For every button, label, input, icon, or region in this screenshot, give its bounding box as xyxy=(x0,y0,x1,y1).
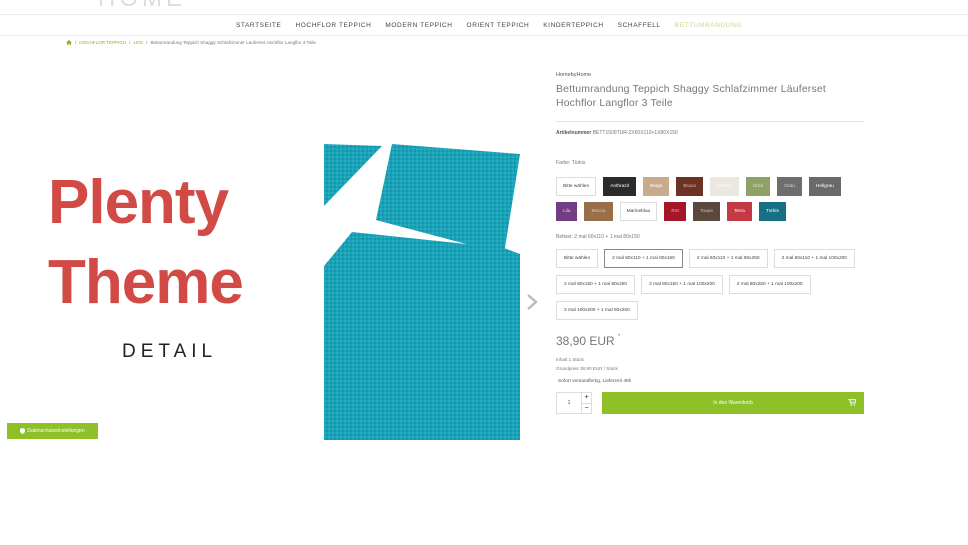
size-option[interactable]: 2 mal 100x200 + 1 mal 80x250 xyxy=(556,301,638,320)
color-swatch[interactable]: Türkis xyxy=(758,202,786,221)
shipping-info: Sofort versandfertig, Lieferzeit 48h xyxy=(558,379,632,384)
size-option[interactable]: Bitte wählen xyxy=(556,249,599,268)
size-options: Bitte wählen 2 mal 60x110 + 1 mal 80x150 2… xyxy=(556,249,866,320)
product-brand[interactable]: HomebyHome xyxy=(556,72,864,78)
privacy-settings-button[interactable]: Datenschutzeinstellungen xyxy=(7,423,98,439)
breadcrumb-current: Bettumrandung Teppich Shaggy Schlafzimme… xyxy=(150,40,316,45)
shield-icon xyxy=(20,428,26,434)
color-label: Farbe: Türkis xyxy=(556,160,586,166)
add-to-cart-button[interactable]: In den Warenkorb xyxy=(602,392,864,414)
price-value: 38,90 EUR xyxy=(556,334,615,348)
main-navigation: STARTSEITE HOCHFLOR TEPPICH MODERN TEPPI… xyxy=(0,14,968,36)
breadcrumb-life[interactable]: LIFE xyxy=(133,40,143,45)
color-swatch[interactable]: Bitte wählen xyxy=(556,177,597,196)
rug-large xyxy=(324,232,520,440)
nav-item-kinderteppich[interactable]: KINDERTEPPICH xyxy=(543,22,603,29)
home-icon[interactable] xyxy=(66,40,72,45)
promo-overlay: Plenty Theme DETAIL xyxy=(48,172,288,363)
color-swatch[interactable]: Beige xyxy=(643,177,670,196)
divider xyxy=(556,121,864,122)
set-label: Bettset: 2 mal 60x110 + 1 mal 80x150 xyxy=(556,234,640,240)
color-swatch[interactable]: Grün xyxy=(745,177,771,196)
sku-value: BETT1500TUR-2X60X110+1X80X150 xyxy=(592,130,678,136)
color-swatch[interactable]: Taupe xyxy=(692,202,720,221)
color-swatch[interactable]: Grau xyxy=(777,177,802,196)
nav-item-orient-teppich[interactable]: ORIENT TEPPICH xyxy=(467,22,530,29)
color-swatch[interactable]: Mocca xyxy=(584,202,613,221)
nav-item-modern-teppich[interactable]: MODERN TEPPICH xyxy=(385,22,452,29)
product-title: Bettumrandung Teppich Shaggy Schlafzimme… xyxy=(556,84,826,109)
cart-icon xyxy=(848,399,856,406)
color-swatch[interactable]: Anthrazit xyxy=(603,177,637,196)
nav-item-startseite[interactable]: STARTSEITE xyxy=(236,22,282,29)
logo[interactable]: HOME xyxy=(98,0,186,11)
privacy-settings-label: Datenschutzeinstellungen xyxy=(27,428,85,434)
add-to-cart-row: + − In den Warenkorb xyxy=(556,392,864,414)
color-swatch[interactable]: Marineblau xyxy=(619,202,658,221)
base-price: Grundpreis 38,90 EUR / Stück xyxy=(556,366,618,371)
content-info: Inhalt 1 Stück xyxy=(556,357,584,362)
breadcrumb-hochflor-teppich[interactable]: HOCHFLOR TEPPICH xyxy=(79,40,126,45)
size-option[interactable]: 2 mal 60x110 + 1 mal 80x150 xyxy=(604,249,683,268)
product-image-rugs xyxy=(324,144,520,440)
promo-title-line1: Plenty xyxy=(48,168,229,237)
product-sku: Artikelnummer BETT1500TUR-2X60X110+1X80X… xyxy=(556,130,864,136)
price-footnote-mark: * xyxy=(618,334,621,340)
nav-item-hochflor-teppich[interactable]: HOCHFLOR TEPPICH xyxy=(295,22,371,29)
breadcrumb-separator: / xyxy=(146,40,148,45)
logo-text: HOME xyxy=(98,0,186,12)
color-swatch[interactable]: Braun xyxy=(676,177,704,196)
size-option[interactable]: 2 mal 60x110 + 1 mal 100x200 xyxy=(773,249,855,268)
size-option[interactable]: 2 mal 60x110 + 1 mal 80x250 xyxy=(688,249,768,268)
color-swatch[interactable]: Rot xyxy=(664,202,686,221)
price: 38,90 EUR * xyxy=(556,334,864,348)
quantity-input[interactable] xyxy=(557,393,581,413)
product-info: HomebyHome Bettumrandung Teppich Shaggy … xyxy=(556,72,864,414)
product-image-gallery[interactable]: Plenty Theme DETAIL xyxy=(0,136,540,440)
breadcrumb: / HOCHFLOR TEPPICH / LIFE / Bettumrandun… xyxy=(66,40,316,45)
size-option[interactable]: 2 mal 80x150 + 1 mal 80x250 xyxy=(556,275,636,294)
breadcrumb-separator: / xyxy=(129,40,131,45)
size-option[interactable]: 2 mal 80x250 + 1 mal 100x200 xyxy=(728,275,811,294)
chevron-right-icon[interactable] xyxy=(525,293,539,311)
color-options: Bitte wählen Anthrazit Beige Braun Creme Grün… xyxy=(556,177,866,221)
quantity-decrease-button[interactable]: − xyxy=(582,404,591,414)
color-swatch[interactable]: Hellgrau xyxy=(808,177,841,196)
promo-subtitle: DETAIL xyxy=(122,341,218,362)
rug-left-runner xyxy=(324,144,382,206)
color-swatch[interactable]: Lila xyxy=(556,202,578,221)
add-to-cart-label: In den Warenkorb xyxy=(713,400,753,406)
promo-title-line2: Theme xyxy=(48,248,244,317)
nav-item-schaffell[interactable]: SCHAFFELL xyxy=(618,22,661,29)
breadcrumb-separator: / xyxy=(75,40,77,45)
quantity-stepper: + − xyxy=(556,392,592,414)
price-details: Inhalt 1 Stück Grundpreis 38,90 EUR / St… xyxy=(556,355,864,373)
quantity-increase-button[interactable]: + xyxy=(582,393,591,404)
sku-label: Artikelnummer xyxy=(556,130,592,136)
color-swatch[interactable]: Creme xyxy=(710,177,739,196)
size-option[interactable]: 2 mal 80x150 + 1 mal 100x200 xyxy=(641,275,723,294)
color-swatch[interactable]: Terra xyxy=(726,202,752,221)
nav-item-bettumrandung[interactable]: BETTUMRANDUNG xyxy=(675,22,742,29)
